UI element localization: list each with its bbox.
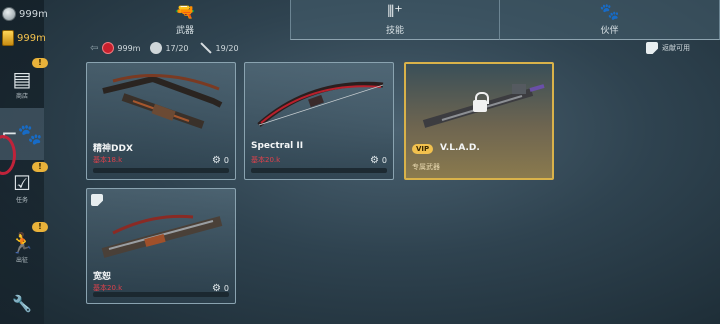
upgrade-count-value: 0 — [223, 156, 229, 165]
progress-bar — [93, 168, 229, 173]
filter-cash[interactable]: 999m — [102, 42, 140, 54]
filter-grenade-value: 17/20 — [165, 43, 189, 53]
filter-bar: ⇦ 999m 17/20 19/20 — [90, 42, 239, 54]
top-tab-bar: 🔫 武器 ⦀⁺ 技能 🐾 伙伴 — [120, 0, 720, 42]
cash-icon — [102, 42, 115, 54]
weapon-price: 基本20.k — [251, 156, 281, 164]
alert-badge: ! — [32, 58, 48, 68]
bow-image — [257, 81, 384, 127]
paw-icon: 🐾 — [599, 1, 620, 21]
sidebar-item-shop[interactable]: ▤ 商店 ! — [0, 58, 48, 110]
weapon-card[interactable]: 精神DDX 基本18.k ⚙ 0 — [86, 62, 236, 180]
silver-coin-icon — [2, 7, 16, 21]
silver-resource: 999m — [2, 7, 48, 21]
upgrade-count: ⚙ 0 — [212, 155, 229, 166]
progress-bar — [93, 292, 229, 297]
sidebar-item-label: 任务 — [15, 196, 28, 204]
silver-amount: 999m — [19, 8, 48, 20]
weapon-name: Spectral II — [251, 141, 304, 151]
weapon-card-vip[interactable]: VIP V.L.A.D. 专属武器 — [404, 62, 554, 180]
progress-bar — [251, 168, 387, 173]
unlock-hint-label: 返献可用 — [662, 44, 690, 52]
gold-amount: 999m — [17, 32, 46, 44]
vip-badge: VIP — [412, 144, 434, 154]
grenade-icon — [150, 42, 163, 54]
crossbow-image — [102, 74, 223, 129]
gold-bar-icon — [2, 30, 14, 46]
weapon-name: 精神DDX — [93, 144, 133, 154]
ammo-plus-icon: ⦀⁺ — [387, 1, 403, 21]
weapon-subtitle: 专属武器 — [412, 163, 440, 171]
filter-knife[interactable]: 19/20 — [199, 42, 239, 54]
tab-label: 技能 — [385, 25, 404, 36]
tab-partner[interactable]: 🐾 伙伴 — [500, 0, 720, 40]
tab-label: 伙伴 — [600, 25, 619, 36]
alert-badge: ! — [32, 162, 48, 172]
runner-icon: 🏃 — [9, 230, 35, 255]
weapon-name: V.L.A.D. — [440, 143, 480, 153]
repeater-crossbow-image — [101, 214, 223, 258]
lock-icon — [473, 92, 489, 112]
filter-grenade[interactable]: 17/20 — [150, 42, 189, 54]
weapon-card[interactable]: Spectral II 基本20.k ⚙ 0 — [244, 62, 394, 180]
unlock-hint[interactable]: 返献可用 — [646, 42, 690, 54]
alert-badge: ! — [32, 222, 48, 232]
wrench-icon: 🔧 — [12, 294, 32, 313]
upgrade-count: ⚙ 0 — [370, 155, 387, 166]
filter-cash-value: 999m — [117, 43, 141, 53]
sidebar-item-activity[interactable]: 🏃 出征 ! — [0, 222, 48, 274]
tab-label: 武器 — [175, 26, 194, 36]
revolver-icon: 🔫 — [175, 2, 195, 21]
flag-icon — [646, 42, 658, 54]
tab-skills[interactable]: ⦀⁺ 技能 — [290, 0, 500, 40]
back-arrow-icon[interactable]: ⇦ — [90, 43, 98, 54]
gears-icon: ⚙ — [369, 155, 379, 166]
shop-icon: ▤ — [12, 66, 32, 91]
sidebar-item-settings[interactable]: 🔧 — [0, 286, 44, 322]
weapon-card[interactable]: 宽恕 基本20.k ⚙ 0 — [86, 188, 236, 304]
weapon-name: 宽恕 — [93, 272, 112, 282]
weapon-price: 基本18.k — [93, 156, 123, 164]
filter-knife-value: 19/20 — [215, 43, 239, 53]
sidebar-item-label: 出征 — [15, 256, 28, 264]
sidebar-item-label: 商店 — [15, 92, 28, 100]
knife-icon — [199, 42, 212, 54]
gears-icon: ⚙ — [211, 155, 221, 166]
checkbox-icon: ☑ — [13, 170, 31, 195]
gold-resource: 999m — [2, 30, 46, 46]
upgrade-count-value: 0 — [381, 156, 387, 165]
tab-weapons[interactable]: 🔫 武器 — [120, 0, 250, 40]
